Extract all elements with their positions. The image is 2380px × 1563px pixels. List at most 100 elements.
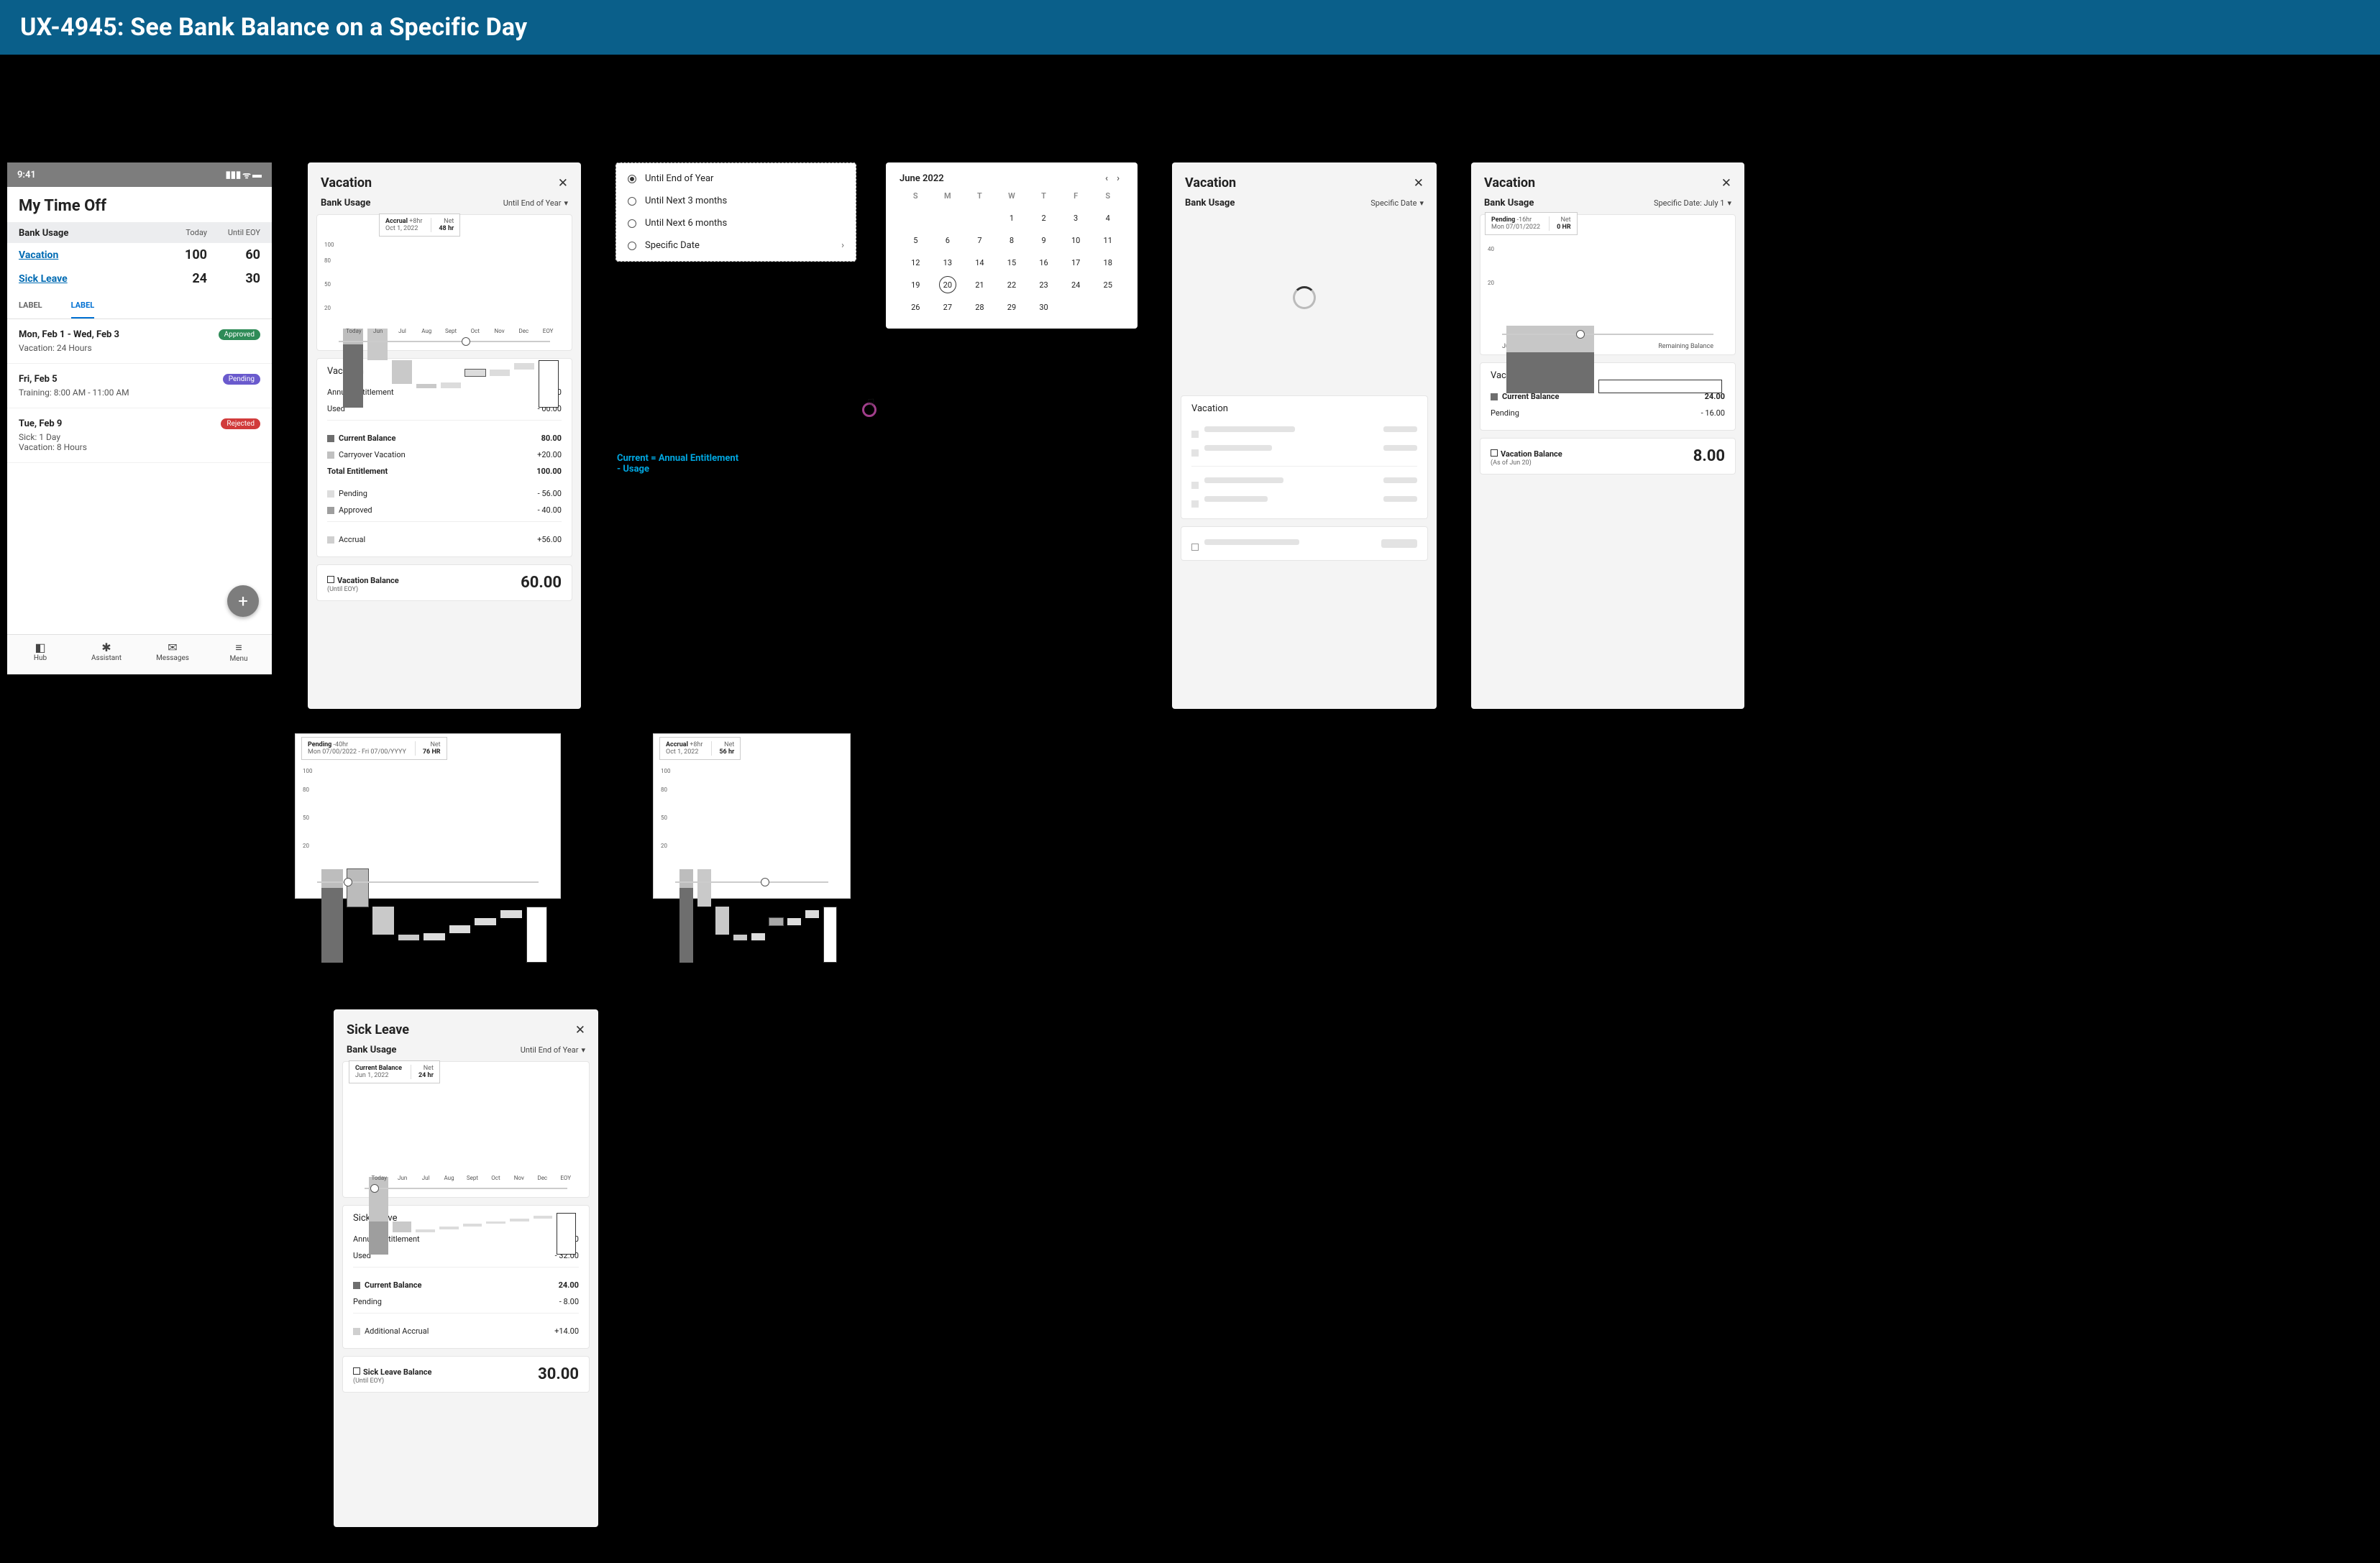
request-card[interactable]: Fri, Feb 5 Training: 8:00 AM - 11:00 AM … — [7, 364, 272, 408]
sick-leave-chart[interactable]: Current BalanceJun 1, 2022 Net24 hr Toda… — [342, 1061, 590, 1198]
filter-option[interactable]: Until End of Year — [616, 168, 856, 190]
calendar-day[interactable]: 20 — [939, 276, 956, 293]
chart-slider[interactable] — [365, 1184, 567, 1193]
filter-option[interactable]: Until Next 3 months — [616, 190, 856, 212]
detail-line: Approved - 40.00 — [327, 502, 562, 518]
range-filter[interactable]: Specific Date: July 1▾ — [1654, 198, 1731, 208]
chart-slider[interactable] — [317, 878, 539, 886]
chart-slider[interactable] — [1502, 330, 1713, 339]
calendar-day[interactable]: 18 — [1091, 254, 1124, 272]
screen-title: My Time Off — [7, 187, 272, 222]
radio-icon — [628, 219, 636, 228]
calendar-day[interactable]: 5 — [900, 232, 932, 249]
bank-row[interactable]: Vacation 100 60 — [7, 243, 272, 267]
calendar-day[interactable]: 13 — [932, 254, 964, 272]
chart-slider[interactable] — [675, 878, 828, 886]
calendar-dow: F — [1060, 191, 1092, 205]
close-button[interactable]: ✕ — [575, 1023, 585, 1037]
vacation-chart[interactable]: Pending -16hrMon 07/01/2022 Net0 HR 4020… — [1480, 214, 1736, 355]
close-button[interactable]: ✕ — [1414, 176, 1424, 191]
calendar-day[interactable]: 12 — [900, 254, 932, 272]
chevron-down-icon: ▾ — [581, 1045, 585, 1055]
panel-title: Vacation — [1484, 175, 1535, 191]
tab-0[interactable]: LABEL — [19, 301, 42, 318]
calendar-dow: S — [900, 191, 932, 205]
wifi-icon: ᯤ — [242, 168, 251, 181]
detail-line: Pending - 16.00 — [1491, 405, 1725, 421]
calendar-day[interactable]: 25 — [1091, 276, 1124, 294]
close-button[interactable]: ✕ — [1721, 176, 1731, 191]
page-header: UX-4945: See Bank Balance on a Specific … — [0, 0, 2380, 55]
panel-title: Vacation — [1185, 175, 1236, 191]
messages-icon: ✉ — [139, 641, 206, 654]
chevron-down-icon: ▾ — [1419, 198, 1424, 208]
bank-link[interactable]: Vacation — [19, 249, 154, 261]
bank-usage-label: Bank Usage — [321, 198, 370, 208]
request-card[interactable]: Tue, Feb 9 Sick: 1 Day Vacation: 8 Hours… — [7, 408, 272, 463]
nav-assistant[interactable]: ✱Assistant — [73, 635, 139, 674]
swatch-icon — [1491, 393, 1498, 400]
calendar-day[interactable]: 29 — [996, 298, 1028, 316]
calendar-prev[interactable]: ‹ — [1101, 173, 1112, 184]
filter-option-label: Until End of Year — [645, 173, 713, 184]
calendar-day[interactable]: 6 — [932, 232, 964, 249]
calendar-day[interactable]: 14 — [964, 254, 996, 272]
bank-link[interactable]: Sick Leave — [19, 273, 154, 285]
tabs: LABEL LABEL — [7, 290, 272, 319]
balance-value: 60.00 — [521, 574, 562, 592]
radio-icon — [628, 242, 636, 250]
tab-1[interactable]: LABEL — [71, 301, 95, 318]
range-filter[interactable]: Until End of Year▾ — [503, 198, 568, 208]
calendar-next[interactable]: › — [1112, 173, 1124, 184]
detail-line: Accrual +56.00 — [327, 531, 562, 548]
calendar-day[interactable]: 28 — [964, 298, 996, 316]
status-icons: ▮▮▮ ᯤ ▬ — [226, 168, 262, 181]
vacation-balance-card: Vacation Balance(As of Jun 20) 8.00 — [1480, 438, 1736, 475]
calendar-day[interactable]: 27 — [932, 298, 964, 316]
range-filter[interactable]: Until End of Year▾ — [521, 1045, 585, 1055]
close-button[interactable]: ✕ — [558, 176, 568, 191]
filter-option[interactable]: Specific Date› — [616, 234, 856, 257]
range-filter[interactable]: Specific Date▾ — [1370, 198, 1424, 208]
nav-hub[interactable]: ◧Hub — [7, 635, 73, 674]
calendar-day[interactable]: 24 — [1060, 276, 1092, 294]
calendar-day[interactable]: 9 — [1027, 232, 1060, 249]
calendar-day[interactable]: 11 — [1091, 232, 1124, 249]
chart-tooltip: Accrual +8hrOct 1, 2022 Net48 hr — [379, 214, 460, 237]
nav-menu[interactable]: ≡Menu — [206, 635, 272, 674]
calendar-day[interactable]: 4 — [1091, 209, 1124, 227]
filter-option[interactable]: Until Next 6 months — [616, 212, 856, 234]
chart-slider[interactable] — [339, 337, 550, 346]
calendar-day[interactable]: 2 — [1027, 209, 1060, 227]
col-eoy: Until EOY — [207, 228, 260, 239]
calendar-day[interactable]: 30 — [1027, 298, 1060, 316]
calendar-day[interactable]: 26 — [900, 298, 932, 316]
calendar-day[interactable]: 21 — [964, 276, 996, 294]
calendar-day[interactable]: 8 — [996, 232, 1028, 249]
calendar-day[interactable]: 15 — [996, 254, 1028, 272]
bank-usage-header: Bank Usage Today Until EOY — [7, 222, 272, 243]
add-request-fab[interactable]: + — [227, 585, 259, 617]
calendar-day[interactable]: 19 — [900, 276, 932, 294]
chart-tooltip: Current BalanceJun 1, 2022 Net24 hr — [349, 1060, 440, 1083]
calendar-day[interactable]: 3 — [1060, 209, 1092, 227]
cursor-indicator: ☟ — [866, 397, 880, 416]
detail-line: Pending - 8.00 — [353, 1293, 579, 1310]
calendar-day[interactable]: 23 — [1027, 276, 1060, 294]
request-card[interactable]: Mon, Feb 1 - Wed, Feb 3 Vacation: 24 Hou… — [7, 319, 272, 364]
hub-icon: ◧ — [7, 641, 73, 654]
vacation-chart[interactable]: Accrual +8hrOct 1, 2022 Net48 hr 1008050… — [316, 214, 572, 351]
calendar-dow: T — [1027, 191, 1060, 205]
swatch-icon — [327, 435, 334, 442]
calendar-day[interactable]: 7 — [964, 232, 996, 249]
chart-tooltip: Pending -40hrMon 07/00/2022 - Fri 07/00/… — [301, 737, 447, 760]
swatch-icon — [353, 1328, 360, 1335]
calendar-day[interactable]: 22 — [996, 276, 1028, 294]
calendar-day[interactable]: 17 — [1060, 254, 1092, 272]
bank-row[interactable]: Sick Leave 24 30 — [7, 267, 272, 290]
calendar-dow: W — [996, 191, 1028, 205]
calendar-day[interactable]: 1 — [996, 209, 1028, 227]
nav-messages[interactable]: ✉Messages — [139, 635, 206, 674]
calendar-day[interactable]: 10 — [1060, 232, 1092, 249]
calendar-day[interactable]: 16 — [1027, 254, 1060, 272]
